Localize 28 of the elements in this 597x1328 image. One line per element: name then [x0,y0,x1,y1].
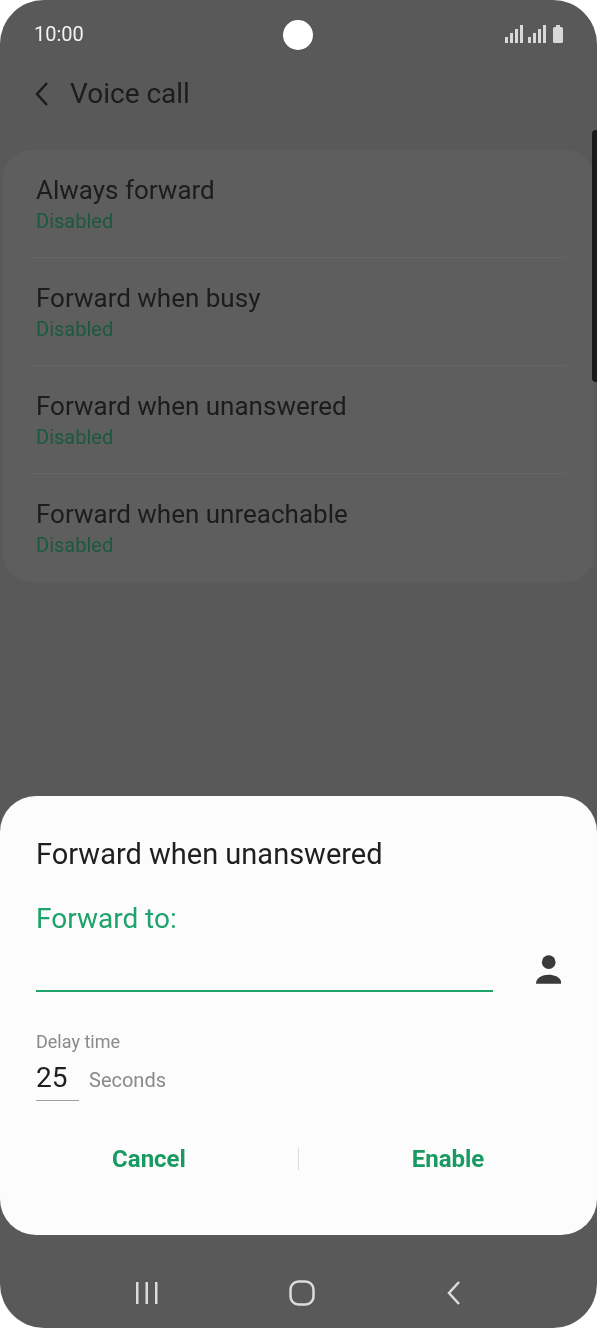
option-title: Forward when unanswered [36,389,348,423]
contact-person-icon[interactable] [535,954,561,984]
recent-apps-icon[interactable] [135,1282,160,1304]
option-status: Disabled [36,315,115,343]
option-row[interactable]: Forward when unanswered Disabled [31,366,566,474]
delay-label: Delay time [36,1030,121,1054]
back-icon[interactable] [34,81,50,107]
option-status: Disabled [36,207,115,235]
back-nav-icon[interactable] [445,1280,462,1306]
status-time: 10:00 [34,21,84,48]
dialog-title: Forward when unanswered [36,836,384,872]
camera-hole-icon [283,20,313,50]
option-title: Forward when busy [36,281,262,315]
dialog-button[interactable]: Cancel [0,1139,298,1179]
field-label: Forward to: [36,902,178,936]
dialog-button[interactable]: Enable [299,1139,597,1179]
option-row[interactable]: Always forward Disabled [31,150,566,258]
option-row[interactable]: Forward when unreachable Disabled [31,474,566,582]
signal-icon [505,25,563,43]
delay-value-field[interactable]: 25 [36,1058,79,1101]
delay-unit: Seconds [89,1066,166,1094]
option-status: Disabled [36,532,115,559]
home-icon[interactable] [289,1280,316,1306]
option-title: Always forward [36,173,216,207]
page-title: Voice call [70,76,190,112]
option-title: Forward when unreachable [36,498,349,531]
option-status: Disabled [36,423,115,451]
option-row[interactable]: Forward when busy Disabled [31,258,566,366]
